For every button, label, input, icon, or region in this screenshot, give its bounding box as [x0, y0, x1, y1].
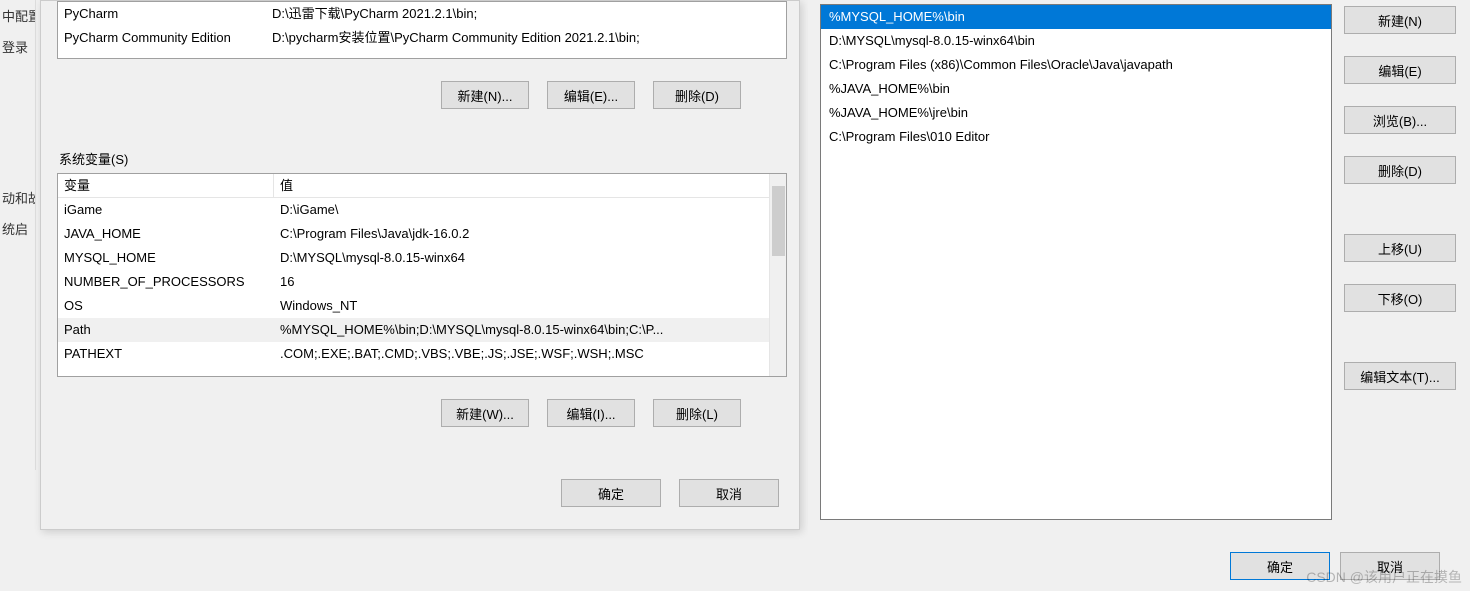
system-var-value: C:\Program Files\Java\jdk-16.0.2	[274, 222, 769, 246]
sys-delete-button[interactable]: 删除(L)	[653, 399, 741, 427]
user-var-value: D:\pycharm安装位置\PyCharm Community Edition…	[270, 26, 786, 50]
sys-edit-button[interactable]: 编辑(I)...	[547, 399, 635, 427]
system-var-row[interactable]: OSWindows_NT	[58, 294, 769, 318]
system-var-name: JAVA_HOME	[58, 222, 274, 246]
system-var-name: PATHEXT	[58, 342, 274, 366]
system-var-value: 16	[274, 270, 769, 294]
path-delete-button[interactable]: 删除(D)	[1344, 156, 1456, 184]
background-sidebar: 中配置 登录 动和故 统启	[0, 0, 36, 470]
path-entry[interactable]: %MYSQL_HOME%\bin	[821, 5, 1331, 29]
path-movedown-button[interactable]: 下移(O)	[1344, 284, 1456, 312]
system-vars-listbox[interactable]: 变量 值 iGameD:\iGame\JAVA_HOMEC:\Program F…	[57, 173, 787, 377]
path-new-button[interactable]: 新建(N)	[1344, 6, 1456, 34]
env-cancel-button[interactable]: 取消	[679, 479, 779, 507]
sys-new-button[interactable]: 新建(W)...	[441, 399, 529, 427]
system-var-row[interactable]: MYSQL_HOMED:\MYSQL\mysql-8.0.15-winx64	[58, 246, 769, 270]
vertical-scrollbar[interactable]	[769, 174, 786, 376]
system-var-name: MYSQL_HOME	[58, 246, 274, 270]
user-delete-button[interactable]: 删除(D)	[653, 81, 741, 109]
path-browse-button[interactable]: 浏览(B)...	[1344, 106, 1456, 134]
user-vars-listbox[interactable]: PyCharm D:\迅雷下载\PyCharm 2021.2.1\bin; Py…	[57, 1, 787, 59]
system-var-value: .COM;.EXE;.BAT;.CMD;.VBS;.VBE;.JS;.JSE;.…	[274, 342, 769, 366]
col-variable[interactable]: 变量	[58, 174, 274, 197]
env-ok-button[interactable]: 确定	[561, 479, 661, 507]
user-var-value: D:\迅雷下载\PyCharm 2021.2.1\bin;	[270, 2, 786, 26]
system-var-value: D:\MYSQL\mysql-8.0.15-winx64	[274, 246, 769, 270]
system-var-row[interactable]: iGameD:\iGame\	[58, 198, 769, 222]
path-ok-button[interactable]: 确定	[1230, 552, 1330, 580]
system-var-value: Windows_NT	[274, 294, 769, 318]
system-var-value: D:\iGame\	[274, 198, 769, 222]
path-entry[interactable]: C:\Program Files (x86)\Common Files\Orac…	[821, 53, 1331, 77]
path-entry[interactable]: %JAVA_HOME%\bin	[821, 77, 1331, 101]
col-value[interactable]: 值	[274, 174, 769, 197]
system-variables-label: 系统变量(S)	[59, 149, 128, 168]
system-var-row[interactable]: Path%MYSQL_HOME%\bin;D:\MYSQL\mysql-8.0.…	[58, 318, 769, 342]
user-var-name: PyCharm Community Edition	[58, 26, 270, 50]
user-var-row[interactable]: PyCharm Community Edition D:\pycharm安装位置…	[58, 26, 786, 50]
path-entry[interactable]: %JAVA_HOME%\jre\bin	[821, 101, 1331, 125]
path-edittext-button[interactable]: 编辑文本(T)...	[1344, 362, 1456, 390]
system-var-row[interactable]: JAVA_HOMEC:\Program Files\Java\jdk-16.0.…	[58, 222, 769, 246]
path-entry[interactable]: C:\Program Files\010 Editor	[821, 125, 1331, 149]
system-var-row[interactable]: PATHEXT.COM;.EXE;.BAT;.CMD;.VBS;.VBE;.JS…	[58, 342, 769, 366]
system-vars-header: 变量 值	[58, 174, 769, 198]
user-var-row[interactable]: PyCharm D:\迅雷下载\PyCharm 2021.2.1\bin;	[58, 2, 786, 26]
scrollbar-thumb[interactable]	[772, 186, 785, 256]
path-buttons-column: 新建(N) 编辑(E) 浏览(B)... 删除(D) 上移(U) 下移(O) 编…	[1344, 6, 1456, 412]
user-edit-button[interactable]: 编辑(E)...	[547, 81, 635, 109]
user-var-name: PyCharm	[58, 2, 270, 26]
system-var-name: iGame	[58, 198, 274, 222]
env-variables-dialog: PyCharm D:\迅雷下载\PyCharm 2021.2.1\bin; Py…	[40, 0, 800, 530]
system-var-name: NUMBER_OF_PROCESSORS	[58, 270, 274, 294]
path-cancel-button[interactable]: 取消	[1340, 552, 1440, 580]
system-var-name: OS	[58, 294, 274, 318]
path-edit-button[interactable]: 编辑(E)	[1344, 56, 1456, 84]
system-var-row[interactable]: NUMBER_OF_PROCESSORS16	[58, 270, 769, 294]
system-var-value: %MYSQL_HOME%\bin;D:\MYSQL\mysql-8.0.15-w…	[274, 318, 769, 342]
user-new-button[interactable]: 新建(N)...	[441, 81, 529, 109]
path-entry[interactable]: D:\MYSQL\mysql-8.0.15-winx64\bin	[821, 29, 1331, 53]
path-entries-listbox[interactable]: %MYSQL_HOME%\binD:\MYSQL\mysql-8.0.15-wi…	[820, 4, 1332, 520]
system-var-name: Path	[58, 318, 274, 342]
path-moveup-button[interactable]: 上移(U)	[1344, 234, 1456, 262]
edit-path-dialog: %MYSQL_HOME%\binD:\MYSQL\mysql-8.0.15-wi…	[808, 0, 1470, 591]
